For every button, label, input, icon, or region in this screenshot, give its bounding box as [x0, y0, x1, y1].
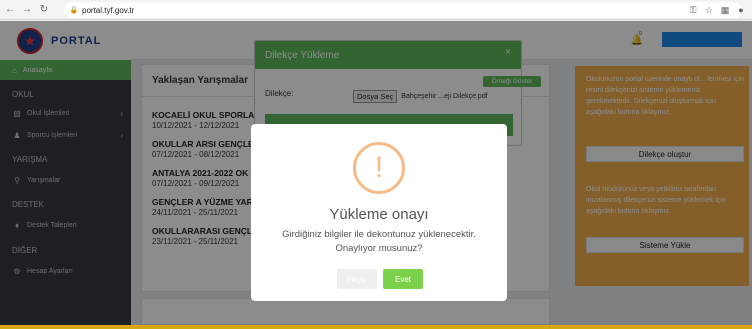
lock-icon: 🔒 [69, 7, 79, 14]
browser-toolbar: ← → ↻ 🔒 portal.tyf.gov.tr ⚿ ☆ ▦ ● [0, 0, 752, 20]
back-icon[interactable]: ← [3, 3, 17, 17]
cancel-button[interactable]: Hayır [337, 269, 377, 289]
dialog-title: Yükleme onayı [329, 206, 429, 223]
reload-icon[interactable]: ↻ [37, 3, 51, 17]
extensions-icon[interactable]: ▦ [718, 2, 732, 18]
address-bar[interactable]: 🔒 portal.tyf.gov.tr [64, 2, 742, 18]
profile-icon[interactable]: ● [734, 2, 748, 18]
screenshot-frame: ← → ↻ 🔒 portal.tyf.gov.tr ⚿ ☆ ▦ ● ★ PORT… [0, 0, 752, 325]
address-text: portal.tyf.gov.tr [82, 5, 135, 15]
confirm-button[interactable]: Evet [383, 269, 423, 289]
dialog-message: Girdiğiniz bilgiler ile dekontunuz yükle… [282, 229, 476, 254]
warning-icon: ! [353, 142, 405, 194]
upload-confirm-dialog: ! Yükleme onayı Girdiğiniz bilgiler ile … [251, 124, 507, 301]
forward-icon[interactable]: → [20, 3, 34, 17]
star-icon[interactable]: ☆ [702, 2, 716, 18]
key-icon[interactable]: ⚿ [686, 2, 700, 18]
